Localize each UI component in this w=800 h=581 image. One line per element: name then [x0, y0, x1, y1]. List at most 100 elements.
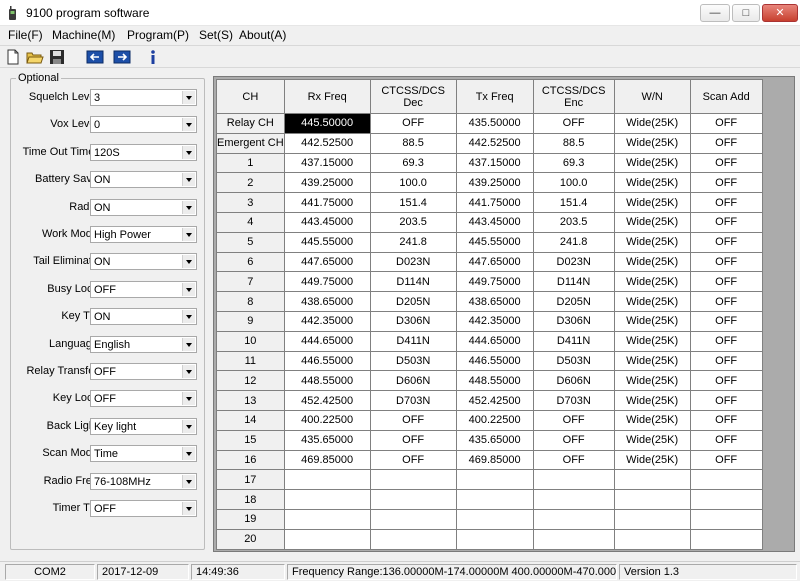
- relay-transfer-select[interactable]: OFF: [90, 363, 197, 380]
- channel-label[interactable]: 6: [216, 251, 285, 273]
- grid-cell[interactable]: [283, 528, 371, 550]
- channel-label[interactable]: 18: [216, 489, 285, 510]
- chevron-down-icon[interactable]: [182, 282, 195, 296]
- grid-cell[interactable]: D114N: [532, 271, 615, 293]
- channel-label[interactable]: 4: [216, 211, 285, 233]
- grid-cell[interactable]: Wide(25K): [613, 132, 691, 154]
- grid-cell[interactable]: Wide(25K): [613, 192, 691, 213]
- chevron-down-icon[interactable]: [182, 255, 195, 269]
- language-select[interactable]: English: [90, 335, 197, 353]
- grid-cell[interactable]: [455, 469, 534, 491]
- chevron-down-icon[interactable]: [182, 419, 195, 433]
- column-header[interactable]: CTCSS/DCS Dec: [369, 79, 457, 114]
- grid-cell[interactable]: Wide(25K): [613, 409, 691, 431]
- grid-cell[interactable]: 100.0: [369, 172, 457, 194]
- grid-cell[interactable]: 439.25000: [455, 172, 534, 194]
- back-light-select[interactable]: Key light: [90, 417, 197, 435]
- menu-about[interactable]: About(A): [239, 28, 286, 42]
- grid-cell[interactable]: 452.42500: [455, 390, 534, 411]
- chevron-down-icon[interactable]: [182, 392, 195, 406]
- grid-cell[interactable]: Wide(25K): [613, 330, 691, 352]
- grid-cell[interactable]: 439.25000: [283, 172, 371, 194]
- grid-cell[interactable]: 100.0: [532, 172, 615, 194]
- chevron-down-icon[interactable]: [182, 200, 195, 214]
- work-mode-select[interactable]: High Power: [90, 226, 197, 243]
- channel-label[interactable]: 7: [216, 271, 285, 293]
- grid-cell[interactable]: 151.4: [532, 192, 615, 213]
- grid-cell[interactable]: OFF: [689, 211, 763, 233]
- grid-cell[interactable]: OFF: [532, 409, 615, 431]
- new-file-icon[interactable]: [4, 49, 22, 65]
- grid-cell[interactable]: 469.85000: [455, 449, 534, 471]
- grid-cell[interactable]: [689, 469, 763, 491]
- grid-cell[interactable]: OFF: [532, 113, 615, 134]
- channel-label[interactable]: 17: [216, 469, 285, 491]
- open-folder-icon[interactable]: [26, 49, 44, 65]
- info-icon[interactable]: [144, 49, 162, 65]
- grid-cell[interactable]: Wide(25K): [613, 310, 691, 332]
- grid-cell[interactable]: 448.55000: [455, 370, 534, 392]
- grid-cell[interactable]: [283, 469, 371, 491]
- grid-cell[interactable]: 446.55000: [455, 350, 534, 372]
- grid-cell[interactable]: D306N: [532, 310, 615, 332]
- menu-program[interactable]: Program(P): [127, 28, 189, 42]
- grid-cell[interactable]: OFF: [689, 390, 763, 411]
- grid-cell[interactable]: OFF: [689, 409, 763, 431]
- channel-label[interactable]: 14: [216, 409, 285, 431]
- grid-cell[interactable]: D411N: [369, 330, 457, 352]
- grid-cell[interactable]: 442.52500: [455, 132, 534, 154]
- grid-cell[interactable]: 447.65000: [283, 251, 371, 273]
- key-tip-select[interactable]: ON: [90, 308, 197, 326]
- grid-cell[interactable]: D114N: [369, 271, 457, 293]
- grid-cell[interactable]: 469.85000: [283, 449, 371, 471]
- grid-cell[interactable]: Wide(25K): [613, 231, 691, 253]
- grid-cell[interactable]: 449.75000: [283, 271, 371, 293]
- grid-cell[interactable]: [369, 508, 457, 530]
- channel-label[interactable]: 2: [216, 172, 285, 194]
- grid-cell[interactable]: 441.75000: [455, 192, 534, 213]
- grid-cell[interactable]: 203.5: [369, 211, 457, 233]
- grid-cell[interactable]: OFF: [689, 132, 763, 154]
- grid-cell[interactable]: [369, 528, 457, 550]
- grid-cell[interactable]: 400.22500: [283, 409, 371, 431]
- grid-cell[interactable]: OFF: [689, 291, 763, 312]
- grid-cell[interactable]: 437.15000: [283, 152, 371, 174]
- grid-cell[interactable]: D411N: [532, 330, 615, 352]
- grid-cell[interactable]: 435.50000: [455, 113, 534, 134]
- grid-cell[interactable]: [689, 528, 763, 550]
- grid-cell[interactable]: 452.42500: [283, 390, 371, 411]
- grid-cell[interactable]: 447.65000: [455, 251, 534, 273]
- grid-cell[interactable]: [532, 489, 615, 510]
- channel-label[interactable]: 15: [216, 429, 285, 451]
- battery-save-select[interactable]: ON: [90, 171, 197, 189]
- grid-cell[interactable]: [613, 469, 691, 491]
- channel-label[interactable]: Relay CH: [216, 113, 285, 134]
- grid-cell[interactable]: D606N: [369, 370, 457, 392]
- squelch-level-select[interactable]: 3: [90, 89, 197, 106]
- grid-cell[interactable]: OFF: [369, 409, 457, 431]
- grid-cell[interactable]: 442.35000: [283, 310, 371, 332]
- chevron-down-icon[interactable]: [182, 228, 195, 241]
- grid-cell[interactable]: 69.3: [369, 152, 457, 174]
- grid-cell[interactable]: 442.35000: [455, 310, 534, 332]
- grid-cell[interactable]: [283, 508, 371, 530]
- tail-eliminate-select[interactable]: ON: [90, 253, 197, 271]
- grid-cell[interactable]: D306N: [369, 310, 457, 332]
- channel-label[interactable]: 8: [216, 291, 285, 312]
- grid-cell[interactable]: OFF: [532, 449, 615, 471]
- channel-label[interactable]: 9: [216, 310, 285, 332]
- column-header[interactable]: CH: [216, 79, 285, 114]
- channel-label[interactable]: 10: [216, 330, 285, 352]
- grid-cell[interactable]: 445.55000: [283, 231, 371, 253]
- grid-cell[interactable]: Wide(25K): [613, 429, 691, 451]
- chevron-down-icon[interactable]: [182, 91, 195, 104]
- grid-cell[interactable]: OFF: [689, 370, 763, 392]
- grid-cell[interactable]: 445.50000: [283, 113, 371, 134]
- grid-cell[interactable]: Wide(25K): [613, 370, 691, 392]
- grid-cell[interactable]: Wide(25K): [613, 390, 691, 411]
- grid-cell[interactable]: 400.22500: [455, 409, 534, 431]
- menu-set[interactable]: Set(S): [199, 28, 233, 42]
- grid-cell[interactable]: [369, 489, 457, 510]
- grid-cell[interactable]: [613, 528, 691, 550]
- column-header[interactable]: Scan Add: [689, 79, 763, 114]
